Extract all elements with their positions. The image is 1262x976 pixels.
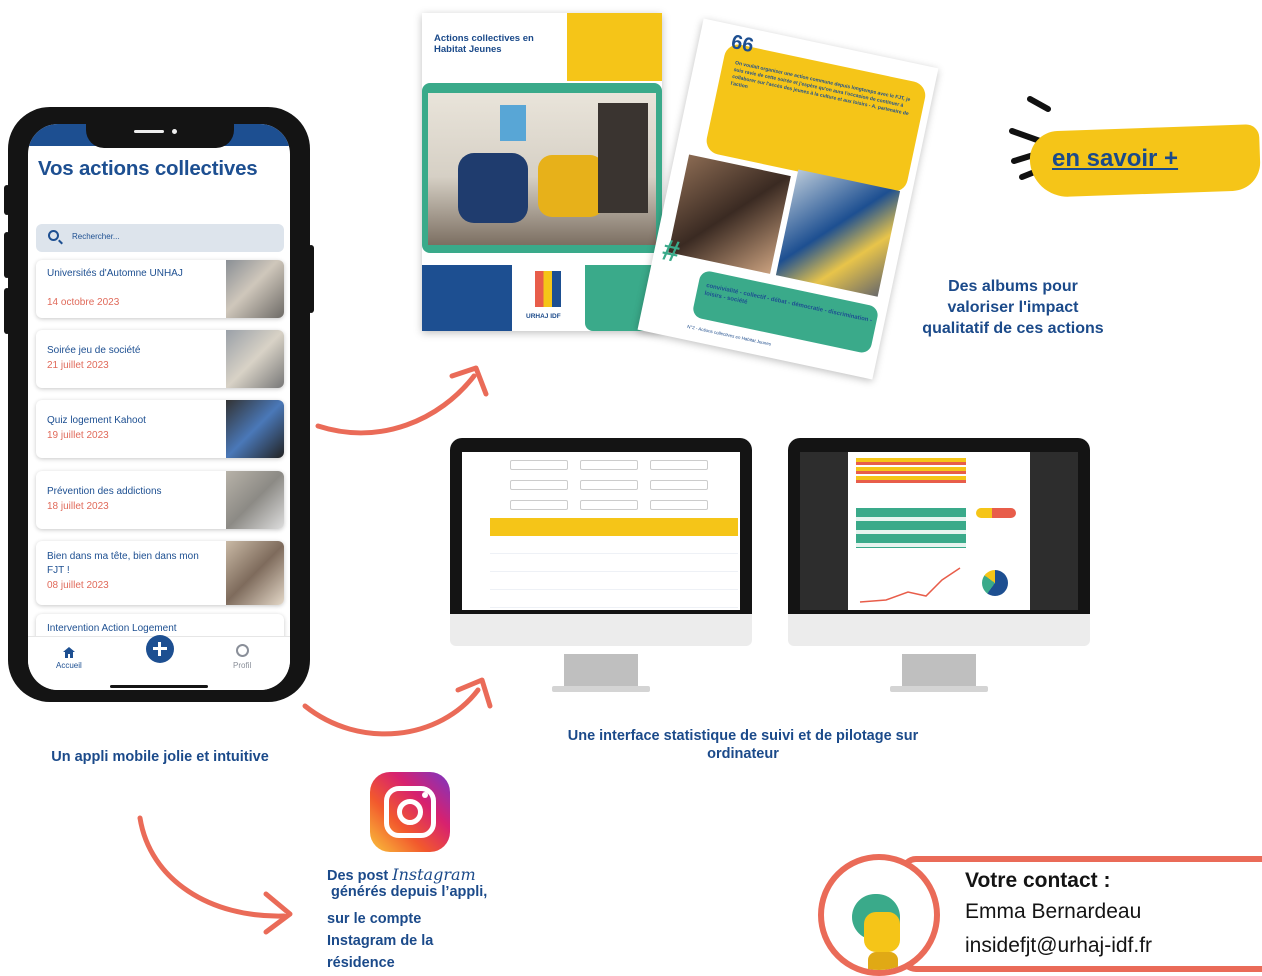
instagram-icon bbox=[370, 772, 450, 852]
contact-email[interactable]: insidefjt@urhaj-idf.fr bbox=[965, 934, 1152, 958]
arrow-to-instagram bbox=[137, 815, 287, 919]
insta-caption-text: Des post bbox=[327, 868, 389, 884]
avatar-face bbox=[864, 912, 900, 952]
avatar-neck bbox=[868, 952, 898, 970]
arrow-to-stats bbox=[302, 687, 481, 737]
insta-caption-line4: Instagram de la bbox=[327, 933, 434, 949]
insta-caption-script: Instagram bbox=[392, 865, 476, 884]
insta-caption-line5: résidence bbox=[327, 955, 395, 971]
insta-caption-line1: Des post Instagram bbox=[327, 865, 476, 884]
arrow-head bbox=[263, 891, 293, 935]
contact-name: Emma Bernardeau bbox=[965, 900, 1142, 923]
arrows-layer bbox=[137, 365, 493, 935]
insta-caption-line2: générés depuis l’appli, bbox=[331, 884, 488, 900]
insta-caption-line3: sur le compte bbox=[327, 911, 422, 927]
contact-avatar bbox=[818, 854, 940, 976]
contact-label: Votre contact : bbox=[965, 869, 1111, 892]
arrow-to-albums bbox=[315, 373, 477, 436]
